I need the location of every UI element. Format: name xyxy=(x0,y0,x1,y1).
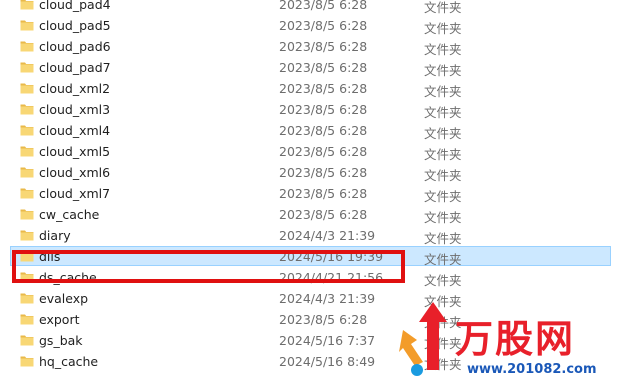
file-modified-date: 2023/8/5 6:28 xyxy=(279,207,368,222)
file-type: 文件夹 xyxy=(424,126,462,141)
folder-icon xyxy=(20,39,34,53)
file-type: 文件夹 xyxy=(424,273,462,288)
file-name[interactable]: cloud_xml3 xyxy=(39,102,110,117)
file-row[interactable]: dlls 2024/5/16 19:39 文件夹 xyxy=(0,246,617,267)
file-type: 文件夹 xyxy=(424,105,462,120)
file-name[interactable]: cloud_xml7 xyxy=(39,186,110,201)
file-modified-date: 2023/8/5 6:28 xyxy=(279,312,368,327)
file-row[interactable]: cloud_xml4 2023/8/5 6:28 文件夹 xyxy=(0,120,617,141)
file-type: 文件夹 xyxy=(424,210,462,225)
file-modified-date: 2023/8/5 6:28 xyxy=(279,18,368,33)
file-row[interactable]: cloud_xml2 2023/8/5 6:28 文件夹 xyxy=(0,78,617,99)
file-type: 文件夹 xyxy=(424,315,462,330)
file-type: 文件夹 xyxy=(424,42,462,57)
folder-icon xyxy=(20,165,34,179)
file-list: cloud_pad4 2023/8/5 6:28 文件夹 cloud_pad5 2023… xyxy=(0,0,617,372)
folder-icon xyxy=(20,123,34,137)
file-name[interactable]: cloud_xml5 xyxy=(39,144,110,159)
folder-icon xyxy=(20,186,34,200)
folder-icon xyxy=(20,354,34,368)
file-modified-date: 2024/5/16 7:37 xyxy=(279,333,376,348)
file-type: 文件夹 xyxy=(424,63,462,78)
file-type: 文件夹 xyxy=(424,21,462,36)
file-name[interactable]: export xyxy=(39,312,80,327)
file-modified-date: 2023/8/5 6:28 xyxy=(279,60,368,75)
file-modified-date: 2024/5/16 19:39 xyxy=(279,249,384,264)
file-type: 文件夹 xyxy=(424,231,462,246)
folder-icon xyxy=(20,312,34,326)
file-name[interactable]: diary xyxy=(39,228,71,243)
file-name[interactable]: cloud_pad5 xyxy=(39,18,111,33)
file-row[interactable]: export 2023/8/5 6:28 文件夹 xyxy=(0,309,617,330)
file-modified-date: 2023/8/5 6:28 xyxy=(279,144,368,159)
file-type: 文件夹 xyxy=(424,336,462,351)
file-type: 文件夹 xyxy=(424,168,462,183)
folder-icon xyxy=(20,60,34,74)
file-name[interactable]: cloud_xml2 xyxy=(39,81,110,96)
folder-icon xyxy=(20,207,34,221)
file-modified-date: 2024/5/16 8:49 xyxy=(279,354,376,369)
file-modified-date: 2023/8/5 6:28 xyxy=(279,165,368,180)
file-row[interactable]: cw_cache 2023/8/5 6:28 文件夹 xyxy=(0,204,617,225)
folder-icon xyxy=(20,228,34,242)
file-type: 文件夹 xyxy=(424,294,462,309)
file-type: 文件夹 xyxy=(424,147,462,162)
file-type: 文件夹 xyxy=(424,84,462,99)
file-row[interactable]: ds_cache 2024/4/21 21:56 文件夹 xyxy=(0,267,617,288)
file-name[interactable]: cloud_pad6 xyxy=(39,39,111,54)
file-row[interactable]: cloud_xml5 2023/8/5 6:28 文件夹 xyxy=(0,141,617,162)
file-row[interactable]: cloud_pad7 2023/8/5 6:28 文件夹 xyxy=(0,57,617,78)
file-row[interactable]: diary 2024/4/3 21:39 文件夹 xyxy=(0,225,617,246)
file-modified-date: 2024/4/3 21:39 xyxy=(279,228,376,243)
file-modified-date: 2023/8/5 6:28 xyxy=(279,186,368,201)
file-name[interactable]: cloud_pad7 xyxy=(39,60,111,75)
folder-icon xyxy=(20,18,34,32)
file-name[interactable]: cw_cache xyxy=(39,207,99,222)
file-name[interactable]: cloud_xml4 xyxy=(39,123,110,138)
file-modified-date: 2024/4/3 21:39 xyxy=(279,291,376,306)
file-name[interactable]: evalexp xyxy=(39,291,88,306)
file-name[interactable]: cloud_xml6 xyxy=(39,165,110,180)
file-row[interactable]: cloud_xml3 2023/8/5 6:28 文件夹 xyxy=(0,99,617,120)
file-row[interactable]: cloud_pad5 2023/8/5 6:28 文件夹 xyxy=(0,15,617,36)
folder-icon xyxy=(20,291,34,305)
file-row[interactable]: gs_bak 2024/5/16 7:37 文件夹 xyxy=(0,330,617,351)
file-name[interactable]: gs_bak xyxy=(39,333,83,348)
file-row[interactable]: evalexp 2024/4/3 21:39 文件夹 xyxy=(0,288,617,309)
file-modified-date: 2023/8/5 6:28 xyxy=(279,39,368,54)
folder-icon xyxy=(20,333,34,347)
file-modified-date: 2023/8/5 6:28 xyxy=(279,123,368,138)
folder-icon xyxy=(20,144,34,158)
file-row[interactable]: cloud_xml6 2023/8/5 6:28 文件夹 xyxy=(0,162,617,183)
file-row[interactable]: hq_cache 2024/5/16 8:49 文件夹 xyxy=(0,351,617,372)
file-name[interactable]: dlls xyxy=(39,249,60,264)
file-type: 文件夹 xyxy=(424,189,462,204)
file-modified-date: 2023/8/5 6:28 xyxy=(279,0,368,12)
folder-icon xyxy=(20,270,34,284)
file-type: 文件夹 xyxy=(424,252,462,267)
file-row[interactable]: cloud_pad4 2023/8/5 6:28 文件夹 xyxy=(0,0,617,15)
file-type: 文件夹 xyxy=(424,0,462,15)
file-name[interactable]: hq_cache xyxy=(39,354,98,369)
folder-icon xyxy=(20,102,34,116)
file-row[interactable]: cloud_xml7 2023/8/5 6:28 文件夹 xyxy=(0,183,617,204)
file-name[interactable]: ds_cache xyxy=(39,270,97,285)
file-type: 文件夹 xyxy=(424,357,462,372)
file-modified-date: 2023/8/5 6:28 xyxy=(279,81,368,96)
file-name[interactable]: cloud_pad4 xyxy=(39,0,111,12)
folder-icon xyxy=(20,81,34,95)
file-row[interactable]: cloud_pad6 2023/8/5 6:28 文件夹 xyxy=(0,36,617,57)
folder-icon xyxy=(20,249,34,263)
file-modified-date: 2024/4/21 21:56 xyxy=(279,270,384,285)
file-modified-date: 2023/8/5 6:28 xyxy=(279,102,368,117)
folder-icon xyxy=(20,0,34,11)
